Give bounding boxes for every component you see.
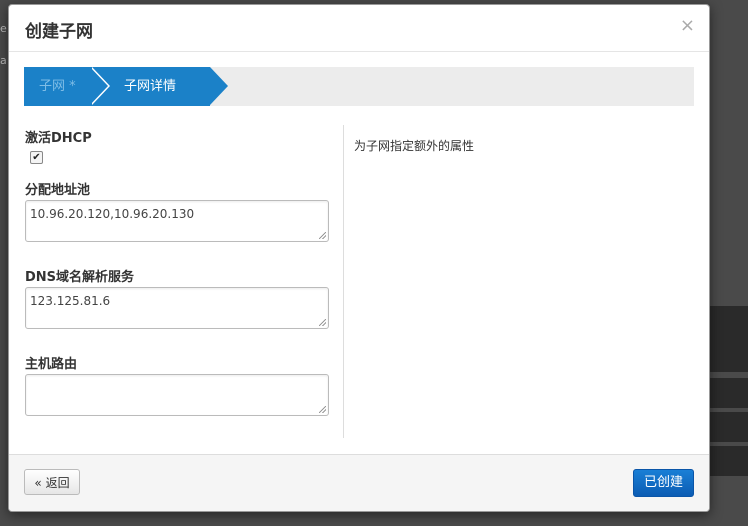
- allocation-pools-value: 10.96.20.120,10.96.20.130: [30, 207, 195, 221]
- host-routes-input[interactable]: [25, 374, 329, 416]
- step-arrow: [90, 67, 108, 105]
- resize-grip-icon[interactable]: [319, 232, 326, 239]
- dialog-title: 创建子网: [25, 22, 93, 42]
- allocation-pools-label: 分配地址池: [25, 183, 91, 198]
- dialog-footer: « 返回 已创建: [9, 454, 709, 511]
- dns-value: 123.125.81.6: [30, 294, 111, 308]
- tab-subnet-label: 子网 *: [39, 79, 76, 94]
- create-subnet-dialog: 创建子网 × 子网 * 子网详情 激活DHCP ✔ 分配地址池 10.96.20…: [8, 4, 710, 512]
- dns-label: DNS域名解析服务: [25, 270, 135, 285]
- back-button[interactable]: « 返回: [24, 469, 80, 495]
- background-text: a: [0, 54, 7, 67]
- dialog-header: 创建子网 ×: [9, 5, 709, 52]
- resize-grip-icon[interactable]: [319, 406, 326, 413]
- step-arrow-end: [210, 67, 228, 105]
- background-table-row: [708, 446, 748, 476]
- dhcp-checkbox[interactable]: ✔: [30, 151, 43, 164]
- background-text: e: [0, 22, 7, 35]
- column-divider: [343, 125, 344, 438]
- wizard-steps: 子网 * 子网详情: [24, 67, 694, 106]
- background-table-row: [708, 378, 748, 408]
- background-table-row: [708, 412, 748, 442]
- allocation-pools-input[interactable]: 10.96.20.120,10.96.20.130: [25, 200, 329, 242]
- check-icon: ✔: [32, 152, 41, 163]
- tab-subnet-details[interactable]: 子网详情: [106, 67, 210, 106]
- create-button[interactable]: 已创建: [633, 469, 694, 497]
- dhcp-label: 激活DHCP: [25, 131, 92, 146]
- tab-subnet-details-label: 子网详情: [124, 79, 177, 94]
- host-routes-label: 主机路由: [25, 357, 78, 372]
- help-text: 为子网指定额外的属性: [354, 139, 475, 153]
- dns-nameservers-input[interactable]: 123.125.81.6: [25, 287, 329, 329]
- close-icon[interactable]: ×: [680, 15, 695, 36]
- resize-grip-icon[interactable]: [319, 319, 326, 326]
- background-table-row: [708, 306, 748, 372]
